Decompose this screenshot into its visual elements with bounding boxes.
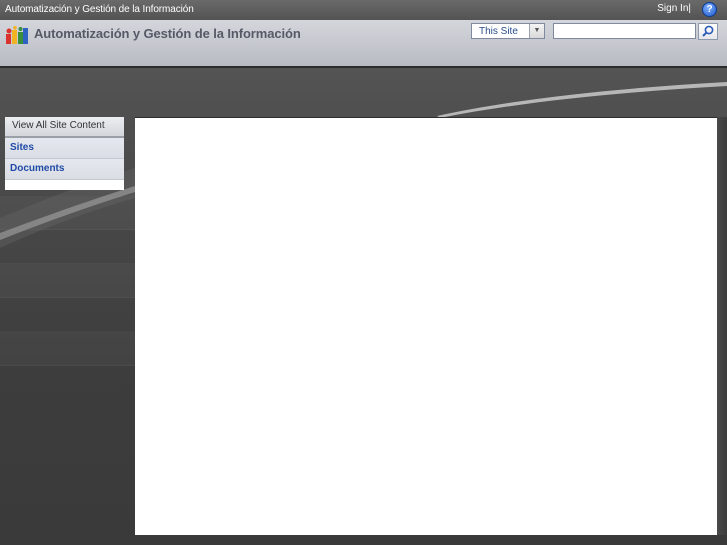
search-scope-dropdown[interactable]: This Site ▼ (471, 23, 545, 39)
search-icon (702, 25, 714, 37)
quick-launch-item-documents[interactable]: Documents (5, 159, 124, 180)
chevron-down-icon[interactable]: ▼ (529, 24, 544, 38)
title-bar: Automatización y Gestión de la Informaci… (0, 20, 727, 68)
main-content-area (135, 117, 717, 535)
search-input[interactable] (553, 23, 696, 39)
site-logo-icon (6, 26, 28, 44)
sign-in-link[interactable]: Sign In| (657, 3, 691, 14)
quick-launch-footer (5, 180, 124, 190)
site-title[interactable]: Automatización y Gestión de la Informaci… (34, 26, 301, 41)
search-button[interactable] (698, 23, 718, 40)
quick-launch-item-sites[interactable]: Sites (5, 138, 124, 159)
search-scope-value: This Site (479, 26, 518, 37)
quick-launch: View All Site Content Sites Documents (5, 117, 124, 190)
help-icon[interactable]: ? (702, 2, 717, 17)
global-site-link[interactable]: Automatización y Gestión de la Informaci… (5, 4, 194, 15)
view-all-site-content-link[interactable]: View All Site Content (5, 117, 124, 138)
content-right-edge (717, 117, 727, 535)
sharepoint-page: Automatización y Gestión de la Informaci… (0, 0, 727, 545)
global-navigation-bar: Automatización y Gestión de la Informaci… (0, 0, 727, 20)
